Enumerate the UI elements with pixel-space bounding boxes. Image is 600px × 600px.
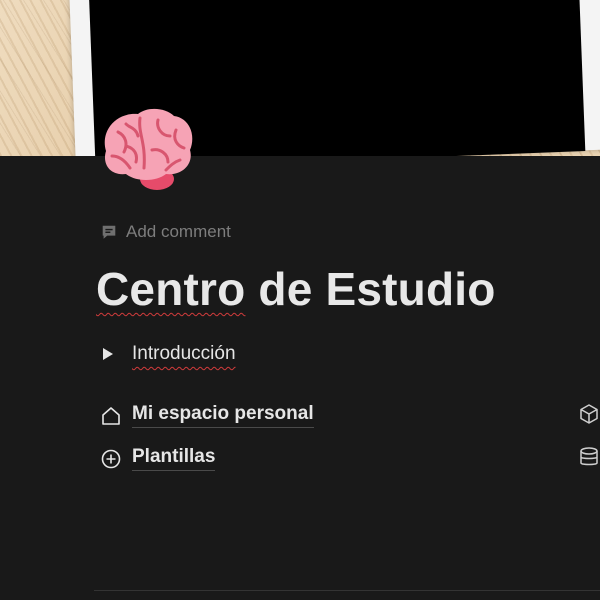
add-comment-button[interactable]: Add comment bbox=[100, 222, 231, 242]
page-title[interactable]: Centro de Estudio bbox=[96, 262, 496, 316]
divider bbox=[94, 590, 600, 591]
page-link-plantillas[interactable]: Plantillas bbox=[100, 446, 216, 471]
page-title-misspelled-word: Centro bbox=[96, 263, 246, 315]
page-body bbox=[0, 156, 600, 600]
cube-icon[interactable] bbox=[578, 403, 600, 425]
database-icon[interactable] bbox=[578, 446, 600, 468]
page-link-label: Plantillas bbox=[132, 446, 216, 471]
triangle-right-icon[interactable] bbox=[103, 348, 113, 360]
page-title-rest: de Estudio bbox=[245, 263, 496, 315]
page-link-mi-espacio-personal[interactable]: Mi espacio personal bbox=[100, 403, 314, 428]
comment-icon bbox=[102, 225, 116, 239]
page-link-label: Mi espacio personal bbox=[132, 403, 314, 428]
house-icon bbox=[100, 405, 122, 427]
toggle-introduccion[interactable]: Introducción bbox=[103, 343, 236, 365]
page-cover-image[interactable] bbox=[0, 0, 600, 156]
brain-emoji-icon[interactable] bbox=[96, 106, 196, 196]
circle-plus-icon bbox=[100, 448, 122, 470]
toggle-label: Introducción bbox=[132, 343, 236, 364]
add-comment-label: Add comment bbox=[126, 222, 231, 241]
